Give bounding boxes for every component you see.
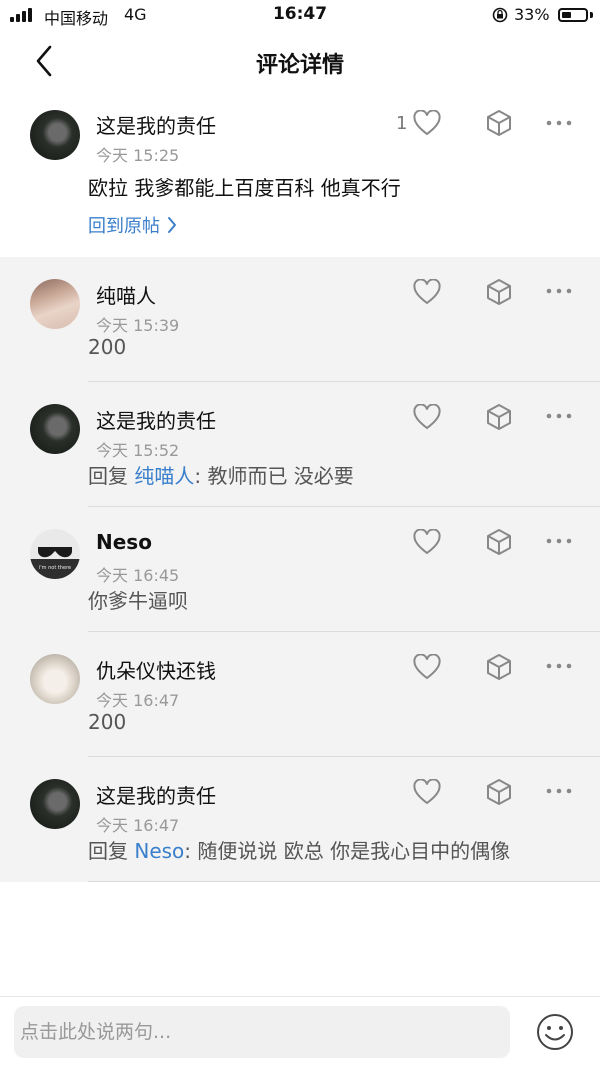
- avatar[interactable]: [30, 779, 80, 829]
- back-to-post-label: 回到原帖: [88, 216, 160, 237]
- clock: 16:47: [272, 4, 328, 24]
- comment-text: 回复 纯喵人: 教师而已 没必要: [88, 460, 354, 489]
- comment-time: 今天 16:47: [96, 816, 180, 835]
- ellipsis-icon[interactable]: [545, 662, 573, 670]
- comment-time: 今天 16:47: [96, 691, 180, 710]
- reply-item: 这是我的责任 今天 16:47 回复 Neso: 随便说说 欧总 你是我心目中的…: [0, 757, 600, 882]
- page-title: 评论详情: [255, 53, 344, 78]
- heart-icon[interactable]: [413, 110, 441, 136]
- reply-item: 这是我的责任 今天 15:52 回复 纯喵人: 教师而已 没必要: [0, 382, 600, 507]
- username[interactable]: Neso: [96, 530, 152, 554]
- share-cube-icon[interactable]: [486, 653, 512, 681]
- comment-composer: [0, 996, 600, 1067]
- ellipsis-icon[interactable]: [545, 537, 573, 545]
- battery-icon: [558, 8, 588, 22]
- sunglasses-icon: i'm not there: [30, 547, 80, 579]
- main-comment: 这是我的责任 今天 15:25 1 欧拉 我爹都能上百度百科 他真不行 回到原帖: [0, 94, 600, 256]
- reply-item: i'm not there Neso 今天 16:45 你爹牛逼呗: [0, 507, 600, 632]
- heart-icon[interactable]: [413, 779, 441, 805]
- mention-link[interactable]: 纯喵人: [134, 464, 194, 488]
- comment-time: 今天 15:39: [96, 316, 180, 335]
- battery-percent: 33%: [514, 5, 550, 24]
- share-cube-icon[interactable]: [486, 278, 512, 306]
- mention-link[interactable]: Neso: [134, 839, 184, 863]
- reply-body: : 随便说说 欧总 你是我心目中的偶像: [184, 839, 511, 863]
- ellipsis-icon[interactable]: [545, 787, 573, 795]
- username[interactable]: 这是我的责任: [96, 780, 216, 809]
- share-cube-icon[interactable]: [486, 528, 512, 556]
- heart-icon[interactable]: [413, 529, 441, 555]
- avatar[interactable]: i'm not there: [30, 529, 80, 579]
- comment-text: 欧拉 我爹都能上百度百科 他真不行: [88, 176, 401, 200]
- comment-text: 回复 Neso: 随便说说 欧总 你是我心目中的偶像: [88, 835, 510, 864]
- share-cube-icon[interactable]: [486, 778, 512, 806]
- username[interactable]: 纯喵人: [96, 280, 156, 309]
- ellipsis-icon[interactable]: [545, 119, 573, 127]
- comment-time: 今天 15:25: [96, 146, 180, 165]
- chevron-right-icon: [168, 217, 176, 233]
- reply-body: : 教师而已 没必要: [194, 464, 354, 488]
- back-to-post-link[interactable]: 回到原帖: [88, 212, 178, 238]
- ellipsis-icon[interactable]: [545, 287, 573, 295]
- status-bar: 中国移动 4G 16:47 33%: [0, 0, 600, 30]
- divider: [88, 881, 600, 882]
- heart-icon[interactable]: [413, 279, 441, 305]
- comment-input[interactable]: [14, 1006, 510, 1058]
- heart-icon[interactable]: [413, 654, 441, 680]
- share-cube-icon[interactable]: [486, 109, 512, 137]
- reply-prefix: 回复: [88, 839, 135, 863]
- nav-bar: 评论详情: [0, 30, 600, 94]
- reply-item: 仇朵仪快还钱 今天 16:47 200: [0, 632, 600, 757]
- heart-icon[interactable]: [413, 404, 441, 430]
- comment-text: 你爹牛逼呗: [88, 589, 188, 613]
- comment-time: 今天 15:52: [96, 441, 180, 460]
- comment-time: 今天 16:45: [96, 566, 180, 585]
- battery-cap: [590, 12, 593, 18]
- comment-text: 200: [88, 335, 127, 359]
- share-cube-icon[interactable]: [486, 403, 512, 431]
- username[interactable]: 这是我的责任: [96, 405, 216, 434]
- reply-item: 纯喵人 今天 15:39 200: [0, 257, 600, 382]
- orientation-lock-icon: [492, 7, 508, 23]
- avatar[interactable]: [30, 654, 80, 704]
- reply-prefix: 回复: [88, 464, 135, 488]
- username[interactable]: 这是我的责任: [96, 110, 216, 139]
- username[interactable]: 仇朵仪快还钱: [96, 655, 216, 684]
- like-count: 1: [396, 113, 408, 134]
- avatar[interactable]: [30, 110, 80, 160]
- avatar[interactable]: [30, 404, 80, 454]
- ellipsis-icon[interactable]: [545, 412, 573, 420]
- avatar-caption: i'm not there: [39, 565, 71, 571]
- smiley-icon[interactable]: [536, 1013, 574, 1051]
- comment-text: 200: [88, 710, 127, 734]
- avatar[interactable]: [30, 279, 80, 329]
